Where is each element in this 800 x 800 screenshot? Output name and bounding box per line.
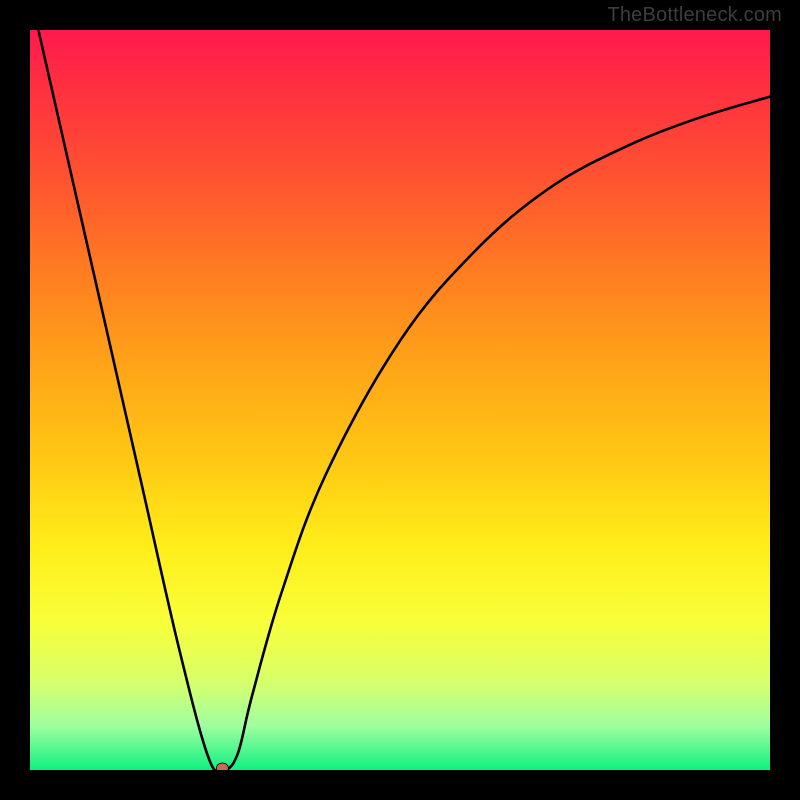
chart-area: [30, 30, 770, 770]
optimum-marker: [216, 763, 228, 770]
attribution-text: TheBottleneck.com: [607, 4, 782, 27]
bottleneck-curve: [30, 30, 770, 770]
chart-svg: [30, 30, 770, 770]
